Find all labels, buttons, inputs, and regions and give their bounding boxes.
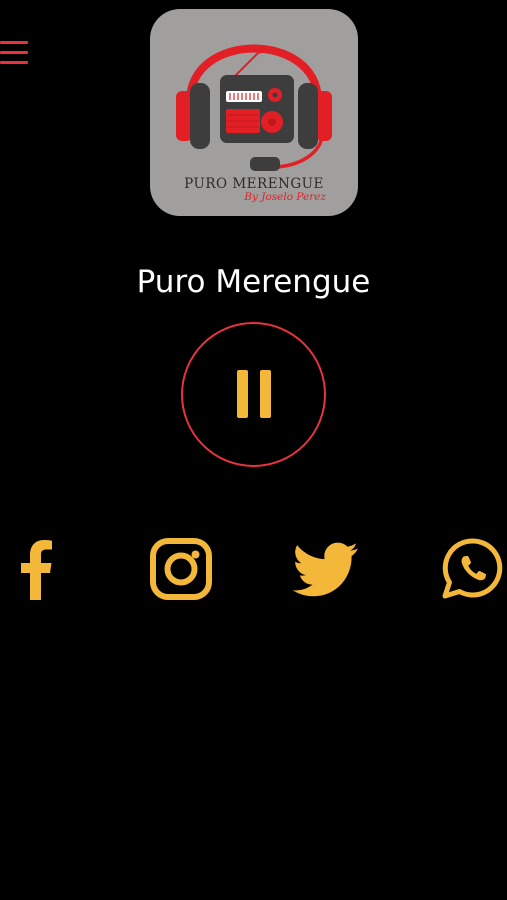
pause-icon: [237, 370, 271, 418]
menu-button[interactable]: [0, 38, 30, 68]
whatsapp-icon: [442, 538, 503, 599]
facebook-icon: [21, 540, 52, 600]
instagram-button[interactable]: [148, 536, 214, 602]
hamburger-menu-icon: [0, 38, 30, 68]
logo-subtitle: By Joselo Perez: [244, 191, 326, 203]
facebook-button[interactable]: [3, 536, 69, 602]
play-pause-button[interactable]: [181, 322, 326, 467]
logo-title: PURO MERENGUE: [184, 176, 324, 192]
station-title: Puro Merengue: [136, 264, 371, 300]
twitter-button[interactable]: [293, 536, 359, 602]
twitter-icon: [293, 542, 358, 597]
instagram-icon: [150, 538, 212, 600]
station-logo: PURO MERENGUE By Joselo Perez: [150, 9, 358, 216]
whatsapp-button[interactable]: [440, 536, 506, 602]
